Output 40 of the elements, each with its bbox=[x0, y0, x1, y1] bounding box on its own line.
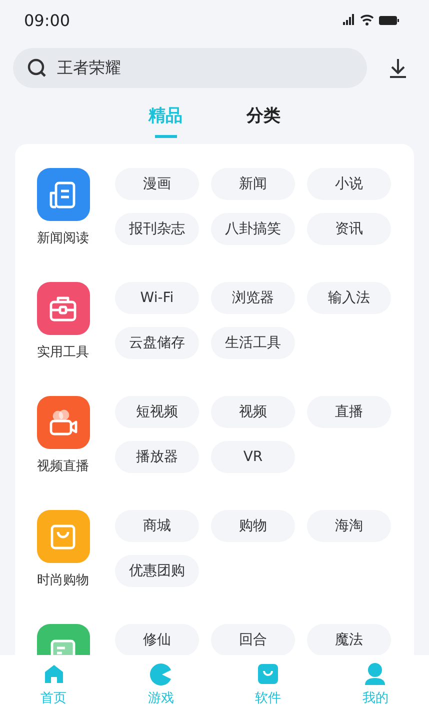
tag-chip[interactable]: 魔法 bbox=[307, 624, 391, 655]
tag-chip[interactable]: 漫画 bbox=[115, 168, 199, 200]
tag-chip[interactable]: 回合 bbox=[211, 624, 295, 655]
category-label: 视频直播 bbox=[37, 458, 89, 475]
tag-chip[interactable]: Wi-Fi bbox=[115, 282, 199, 314]
tag-chip[interactable]: 直播 bbox=[307, 396, 391, 428]
tag-chip[interactable]: 生活工具 bbox=[211, 327, 295, 359]
category-label: 新闻阅读 bbox=[37, 230, 89, 247]
download-icon[interactable] bbox=[387, 57, 409, 79]
tag-chip[interactable]: 短视频 bbox=[115, 396, 199, 428]
search-field[interactable]: 王者荣耀 bbox=[13, 48, 367, 88]
tag-chip[interactable]: 输入法 bbox=[307, 282, 391, 314]
tag-chip[interactable]: VR bbox=[211, 441, 295, 473]
tag-chip[interactable]: 播放器 bbox=[115, 441, 199, 473]
category-label: 实用工具 bbox=[37, 344, 89, 361]
pacman-icon bbox=[148, 662, 173, 686]
tag-chip[interactable]: 八卦搞笑 bbox=[211, 213, 295, 245]
tag-chip[interactable]: 浏览器 bbox=[211, 282, 295, 314]
tag-chip[interactable]: 小说 bbox=[307, 168, 391, 200]
tag-chip[interactable]: 购物 bbox=[211, 510, 295, 542]
tag-chip[interactable]: 云盘储存 bbox=[115, 327, 199, 359]
tag-chip[interactable]: 修仙 bbox=[115, 624, 199, 655]
search-icon bbox=[27, 58, 47, 78]
tag-chip[interactable]: 视频 bbox=[211, 396, 295, 428]
person-icon bbox=[363, 662, 388, 686]
tag-chip[interactable]: 商城 bbox=[115, 510, 199, 542]
bag-icon bbox=[256, 662, 280, 686]
category-label: 时尚购物 bbox=[37, 572, 89, 589]
status-time: 09:00 bbox=[24, 10, 70, 30]
category-icon[interactable] bbox=[36, 168, 90, 221]
tag-chip[interactable]: 优惠团购 bbox=[115, 555, 199, 587]
tag-chip[interactable]: 资讯 bbox=[307, 213, 391, 245]
tag-chip[interactable]: 报刊杂志 bbox=[115, 213, 199, 245]
tag-chip[interactable]: 海淘 bbox=[307, 510, 391, 542]
category-icon[interactable] bbox=[36, 510, 90, 563]
category-icon[interactable] bbox=[36, 282, 90, 335]
tag-chip[interactable]: 新闻 bbox=[211, 168, 295, 200]
category-icon[interactable] bbox=[36, 396, 90, 449]
tab[interactable]: 分类 bbox=[242, 104, 284, 138]
status-icons bbox=[341, 13, 401, 27]
